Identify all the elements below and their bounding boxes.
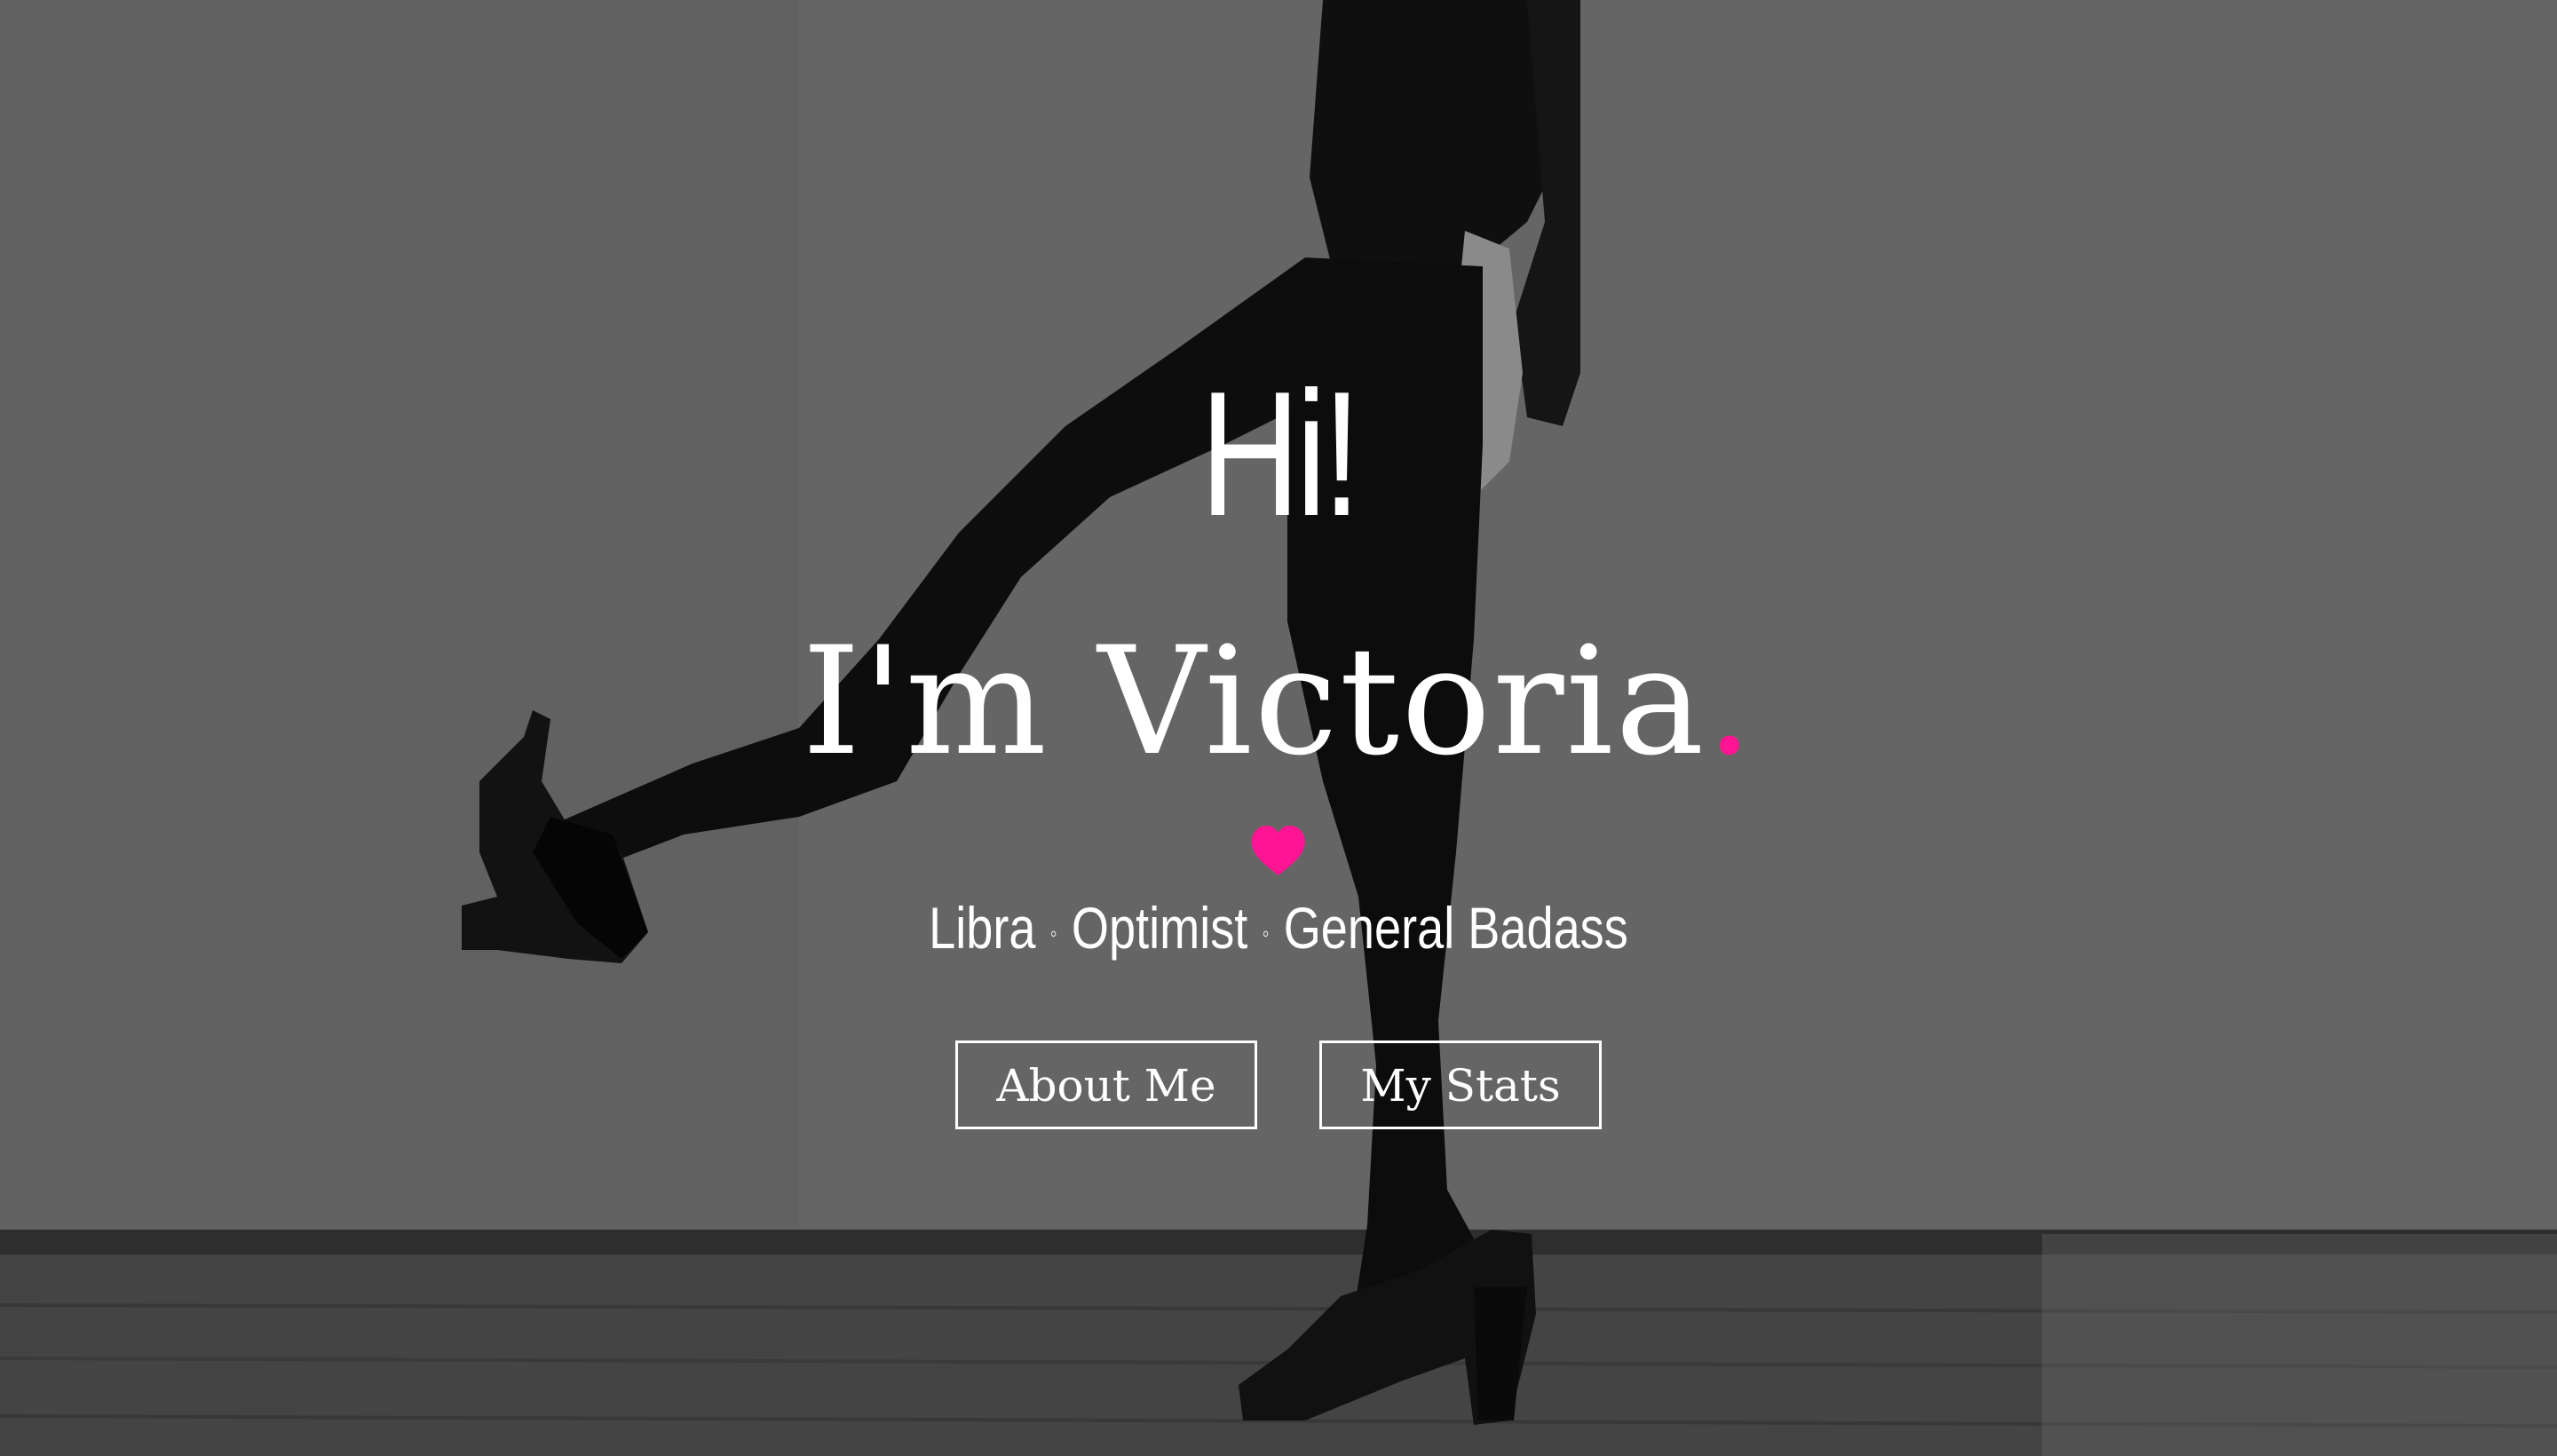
name-accent-dot: .	[1706, 614, 1755, 788]
about-me-button[interactable]: About Me	[955, 1041, 1257, 1129]
traits-line: Libra ◦ Optimist ◦ General Badass	[230, 888, 2327, 973]
my-stats-button[interactable]: My Stats	[1319, 1041, 1602, 1129]
name-heading: I'm Victoria.	[0, 613, 2557, 790]
trait-separator: ◦	[1049, 919, 1057, 946]
greeting-heading: Hi!	[1199, 355, 1361, 553]
trait-separator: ◦	[1262, 919, 1270, 946]
heart-icon	[1252, 826, 1305, 875]
hero-content: Hi! I'm Victoria. Libra ◦ Optimist ◦ General…	[0, 0, 2557, 1456]
trait-optimist: Optimist	[1071, 895, 1248, 961]
trait-general-badass: General Badass	[1283, 895, 1628, 961]
trait-libra: Libra	[929, 895, 1036, 961]
name-text: I'm Victoria	[802, 614, 1706, 788]
hero-section: Hi! I'm Victoria. Libra ◦ Optimist ◦ General…	[0, 0, 2557, 1456]
